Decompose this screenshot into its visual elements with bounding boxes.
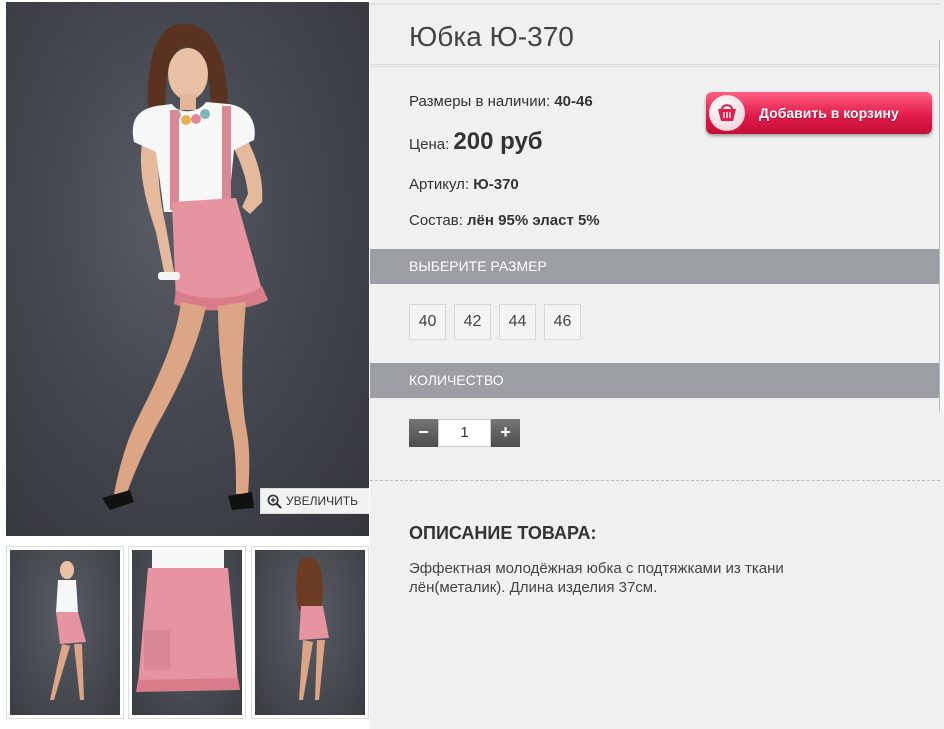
size-option-44[interactable]: 44 bbox=[499, 304, 536, 340]
thumbnail-3[interactable] bbox=[251, 546, 369, 719]
description-line-2: лён(металик). Длина изделия 37см. bbox=[409, 579, 658, 596]
sizes-available-value: 40-46 bbox=[554, 93, 593, 110]
composition-value: лён 95% эласт 5% bbox=[467, 212, 600, 229]
price-label: Цена: bbox=[409, 136, 450, 153]
main-product-image[interactable]: УВЕЛИЧИТЬ bbox=[6, 2, 369, 536]
zoom-button-label: УВЕЛИЧИТЬ bbox=[286, 494, 358, 508]
composition-row: Состав: лён 95% эласт 5% bbox=[409, 212, 600, 229]
description-line-1: Эффектная молодёжная юбка с подтяжками и… bbox=[409, 560, 784, 577]
price-row: Цена: 200 руб bbox=[409, 128, 543, 156]
basket-icon bbox=[709, 95, 745, 131]
thumbnail-1[interactable] bbox=[6, 546, 124, 719]
title-bar: Юбка Ю-370 bbox=[370, 3, 940, 67]
sizes-available-label: Размеры в наличии: bbox=[409, 93, 551, 110]
thumbnail-2[interactable] bbox=[128, 546, 246, 719]
thumbnail-image-skirt-detail bbox=[132, 550, 242, 715]
zoom-button[interactable]: УВЕЛИЧИТЬ bbox=[260, 488, 369, 514]
thumbnail-image-back bbox=[255, 550, 365, 715]
sizes-available: Размеры в наличии: 40-46 bbox=[409, 93, 593, 110]
quantity-input[interactable]: 1 bbox=[438, 419, 491, 447]
composition-label: Состав: bbox=[409, 212, 463, 229]
sku-label: Артикул: bbox=[409, 176, 470, 193]
sku-value: Ю-370 bbox=[473, 176, 519, 193]
quantity-decrease-button[interactable]: − bbox=[409, 419, 438, 447]
scrollbar[interactable] bbox=[939, 40, 944, 412]
divider bbox=[370, 480, 940, 481]
add-to-cart-button[interactable]: Добавить в корзину bbox=[706, 92, 932, 134]
size-option-40[interactable]: 40 bbox=[409, 304, 446, 340]
quantity-increase-button[interactable]: + bbox=[491, 419, 520, 447]
size-option-42[interactable]: 42 bbox=[454, 304, 491, 340]
size-section-header: ВЫБЕРИТЕ РАЗМЕР bbox=[370, 249, 940, 284]
description-text: Эффектная молодёжная юбка с подтяжками и… bbox=[409, 559, 839, 597]
price-value: 200 руб bbox=[453, 128, 543, 155]
size-option-46[interactable]: 46 bbox=[544, 304, 581, 340]
model-figure-illustration bbox=[102, 23, 268, 510]
sku-row: Артикул: Ю-370 bbox=[409, 176, 519, 193]
zoom-in-icon bbox=[267, 494, 282, 509]
product-title: Юбка Ю-370 bbox=[409, 21, 574, 52]
thumbnail-strip bbox=[6, 546, 369, 719]
thumbnail-image-front bbox=[10, 550, 120, 715]
quantity-section-header: КОЛИЧЕСТВО bbox=[370, 363, 940, 398]
quantity-stepper: − 1 + bbox=[409, 419, 520, 447]
add-to-cart-label: Добавить в корзину bbox=[759, 105, 899, 121]
description-title: ОПИСАНИЕ ТОВАРА: bbox=[409, 523, 597, 543]
product-gallery: УВЕЛИЧИТЬ bbox=[0, 0, 370, 729]
product-info-panel: Юбка Ю-370 Размеры в наличии: 40-46 Цена… bbox=[370, 0, 940, 729]
